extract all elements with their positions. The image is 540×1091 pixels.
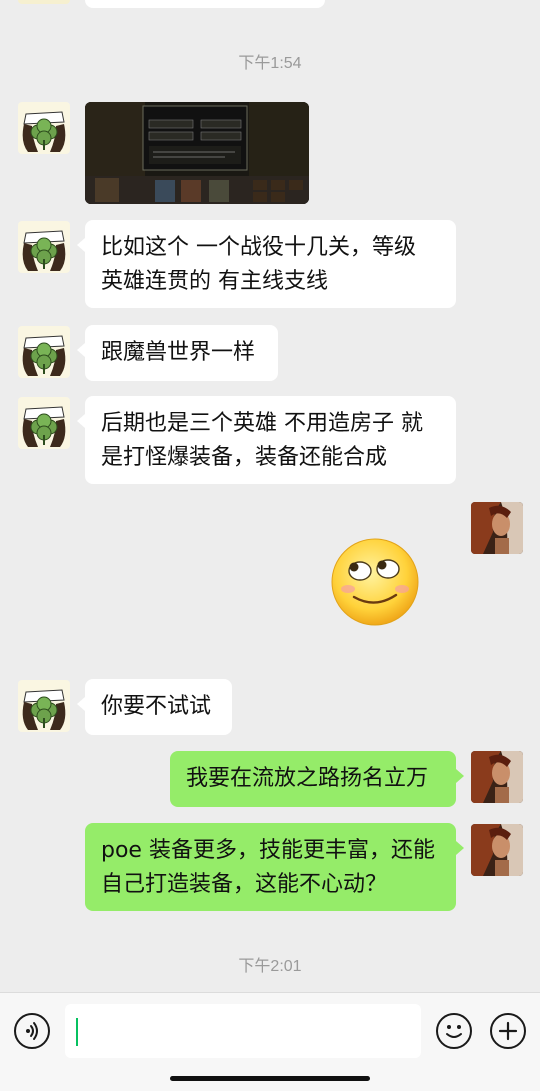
text-cursor: [76, 1018, 78, 1046]
clover-avatar-icon: [18, 102, 70, 154]
timestamp: 下午1:54: [238, 55, 302, 72]
message-bubble[interactable]: 比如这个 一个战役十几关，等级 英雄连贯的 有主线支线: [77, 220, 456, 308]
clover-avatar-icon: [18, 397, 70, 449]
warrior-avatar-icon: [471, 751, 523, 803]
contact-avatar[interactable]: [18, 102, 70, 154]
self-avatar[interactable]: [471, 502, 523, 554]
voice-icon: [26, 1022, 38, 1040]
game-screenshot-image[interactable]: [85, 102, 309, 204]
plus-icon: [498, 1021, 518, 1041]
emoji-sticker[interactable]: [330, 537, 420, 627]
voice-button[interactable]: [14, 1013, 50, 1049]
warrior-avatar-icon: [471, 824, 523, 876]
warrior-avatar-icon: [471, 502, 523, 554]
home-indicator[interactable]: [170, 1076, 370, 1081]
self-avatar[interactable]: [471, 824, 523, 876]
contact-avatar[interactable]: [18, 680, 70, 732]
rolling-eyes-smile-icon: [331, 538, 419, 626]
timestamp: 下午2:01: [238, 958, 302, 975]
message-bubble-self[interactable]: poe 装备更多，技能更丰富，还能 自己打造装备，这能不心动？: [85, 823, 464, 911]
contact-avatar[interactable]: [18, 397, 70, 449]
clover-avatar-icon: [18, 326, 70, 378]
message-input[interactable]: [65, 1004, 421, 1058]
previous-avatar[interactable]: [18, 0, 70, 4]
previous-message-bubble: [85, 0, 325, 8]
emoji-button[interactable]: [436, 1013, 472, 1049]
message-bubble[interactable]: 你要不试试: [77, 679, 232, 735]
clover-avatar-icon: [18, 680, 70, 732]
message-bubble[interactable]: 跟魔兽世界一样: [77, 325, 278, 381]
message-bubble[interactable]: 后期也是三个英雄 不用造房子 就 是打怪爆装备，装备还能合成: [77, 396, 456, 484]
contact-avatar[interactable]: [18, 326, 70, 378]
contact-avatar[interactable]: [18, 221, 70, 273]
clover-avatar-icon: [18, 221, 70, 273]
message-bubble-self[interactable]: 我要在流放之路扬名立万: [170, 751, 464, 807]
plus-button[interactable]: [490, 1013, 526, 1049]
emoji-icon: [446, 1025, 462, 1038]
self-avatar[interactable]: [471, 751, 523, 803]
